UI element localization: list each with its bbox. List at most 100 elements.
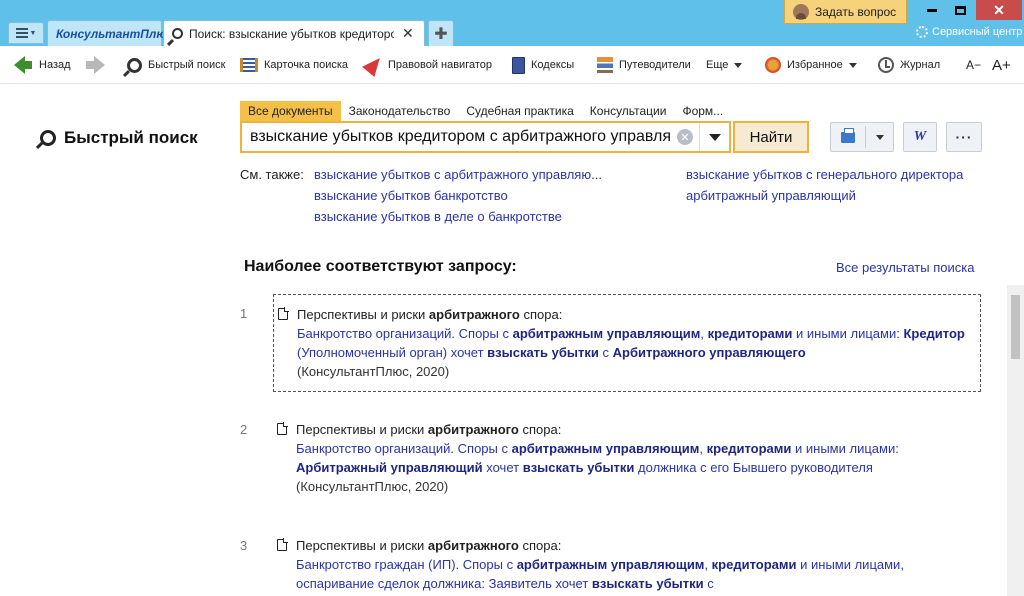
highlight: арбитражного — [428, 307, 520, 322]
text: Перспективы и риски — [296, 422, 428, 437]
tab-consultant-plus[interactable]: КонсультантПлюс — [47, 20, 173, 46]
text: спора: — [518, 538, 562, 553]
minimize-button[interactable] — [918, 0, 946, 20]
plus-icon: ✚ — [434, 25, 448, 43]
font-larger-button[interactable]: A+ — [992, 54, 1011, 76]
highlight: арбитражным управляющим — [516, 557, 705, 572]
tab-consultations[interactable]: Консультации — [582, 101, 675, 121]
result-card[interactable]: Перспективы и риски арбитражного спора: … — [273, 410, 981, 506]
signpost-icon — [597, 57, 613, 73]
ask-question-label: Задать вопрос — [815, 4, 897, 19]
tab-search[interactable]: Поиск: взыскание убытков кредитором с ар… — [163, 20, 425, 46]
maximize-button[interactable] — [946, 0, 974, 20]
document-icon — [277, 538, 288, 551]
result-card[interactable]: Перспективы и риски арбитражного спора: … — [273, 294, 981, 392]
search-input[interactable]: взыскание убытков кредитором с арбитражн… — [240, 121, 731, 153]
vertical-scrollbar[interactable] — [1007, 285, 1024, 596]
find-button[interactable]: Найти — [733, 121, 809, 153]
service-center-label: Сервисный центр — [932, 26, 1023, 38]
search-query[interactable]: взыскание убытков кредитором с арбитражн… — [242, 128, 671, 146]
tab-forms[interactable]: Форм... — [674, 101, 731, 121]
text: с — [703, 576, 714, 591]
result-category: Перспективы и риски арбитражного спора: — [297, 305, 970, 324]
ask-question-button[interactable]: Задать вопрос — [784, 0, 907, 24]
print-button[interactable] — [830, 122, 894, 152]
codes-button[interactable]: Кодексы — [512, 54, 574, 76]
search-card-label: Карточка поиска — [264, 59, 349, 71]
back-button[interactable]: Назад — [14, 54, 71, 76]
close-window-button[interactable]: ✕ — [976, 0, 1022, 20]
printer-icon — [840, 127, 855, 143]
text: хочет — [482, 460, 523, 475]
clear-icon[interactable]: ✕ — [677, 129, 693, 145]
result-source: (КонсультантПлюс, 2020) — [296, 479, 449, 494]
divider — [864, 126, 866, 148]
result-title-link[interactable]: Банкротство организаций. Споры с арбитра… — [297, 324, 970, 362]
highlight: взыскать убытки — [591, 576, 704, 591]
highlight: арбитражным управляющим — [512, 326, 701, 341]
font-larger-label: A+ — [992, 56, 1011, 74]
tab-search-label: Поиск: взыскание убытков кредитором с ар… — [189, 26, 394, 41]
more-options-button[interactable]: ··· — [946, 122, 982, 152]
arrow-right-icon — [86, 56, 105, 74]
search-card-button[interactable]: Карточка поиска — [240, 54, 348, 76]
result-card[interactable]: Перспективы и риски арбитражного спора: … — [273, 526, 981, 596]
scrollbar-thumb[interactable] — [1011, 295, 1020, 359]
text: , — [700, 326, 708, 341]
see-also-link[interactable]: взыскание убытков с арбитражного управля… — [314, 167, 602, 182]
title-bar: ▼ КонсультантПлюс Поиск: взыскание убытк… — [0, 0, 1024, 46]
more-menu-button[interactable]: Еще — [706, 54, 743, 76]
see-also-link[interactable]: взыскание убытков с генерального директо… — [686, 167, 963, 182]
minimize-icon — [927, 8, 937, 12]
favorites-button[interactable]: Избранное — [765, 54, 857, 76]
font-smaller-label: A− — [966, 58, 982, 72]
text: должника с его Бывшего руководителя — [634, 460, 873, 475]
new-tab-button[interactable]: ✚ — [428, 20, 454, 46]
compass-icon — [362, 52, 386, 78]
result-category: Перспективы и риски арбитражного спора: — [296, 420, 971, 439]
highlight: кредиторами — [711, 557, 797, 572]
all-results-link[interactable]: Все результаты поиска — [836, 260, 974, 275]
results-heading: Наиболее соответствуют запросу: — [244, 258, 517, 275]
legal-navigator-button[interactable]: Правовой навигатор — [362, 52, 492, 78]
journal-button[interactable]: Журнал — [878, 54, 940, 76]
see-also-link[interactable]: взыскание убытков банкротство — [314, 188, 508, 203]
chevron-down-icon: ▼ — [29, 29, 37, 37]
brand-label: КонсультантПлюс — [56, 26, 174, 41]
quick-search-button[interactable]: Быстрый поиск — [127, 54, 225, 76]
toolbar: Назад Быстрый поиск Карточка поиска Прав… — [0, 46, 1024, 84]
highlight: арбитражным управляющим — [511, 441, 700, 456]
search-history-dropdown[interactable] — [699, 123, 729, 151]
text: и иными лицами: — [791, 441, 899, 456]
highlight: арбитражного — [427, 538, 519, 553]
see-also-label: См. также: — [240, 167, 304, 182]
legal-navigator-label: Правовой навигатор — [388, 59, 492, 71]
service-center-link[interactable]: Сервисный центр — [916, 26, 1022, 38]
text: (Уполномоченный орган) хочет — [297, 345, 488, 360]
document-icon — [277, 422, 288, 435]
chevron-down-icon[interactable] — [875, 134, 884, 140]
close-icon[interactable]: ✕ — [402, 25, 414, 42]
result-title-link[interactable]: Банкротство граждан (ИП). Споры с арбитр… — [296, 555, 971, 593]
forward-button[interactable] — [86, 54, 105, 76]
tab-all-documents[interactable]: Все документы — [240, 101, 341, 121]
clock-icon — [878, 57, 894, 73]
document-icon — [278, 307, 289, 320]
font-smaller-button[interactable]: A− — [966, 54, 981, 76]
main-menu-button[interactable]: ▼ — [8, 22, 44, 44]
see-also-link[interactable]: арбитражный управляющий — [686, 188, 856, 203]
tab-court-practice[interactable]: Судебная практика — [458, 101, 581, 121]
text: , — [704, 557, 712, 572]
see-also-link[interactable]: взыскание убытков в деле о банкротстве — [314, 209, 562, 224]
result-number: 1 — [240, 306, 248, 321]
tab-legislation[interactable]: Законодательство — [341, 101, 459, 121]
highlight: Кредитор — [903, 326, 965, 341]
guides-button[interactable]: Путеводители — [597, 54, 691, 76]
maximize-icon — [954, 5, 966, 15]
result-title-link[interactable]: Банкротство организаций. Споры с арбитра… — [296, 439, 971, 477]
result-source: (КонсультантПлюс, 2020) — [297, 364, 450, 379]
more-label: Еще — [706, 59, 729, 71]
export-word-button[interactable]: W — [903, 122, 937, 152]
search-icon — [172, 28, 183, 39]
text: спора: — [518, 422, 562, 437]
